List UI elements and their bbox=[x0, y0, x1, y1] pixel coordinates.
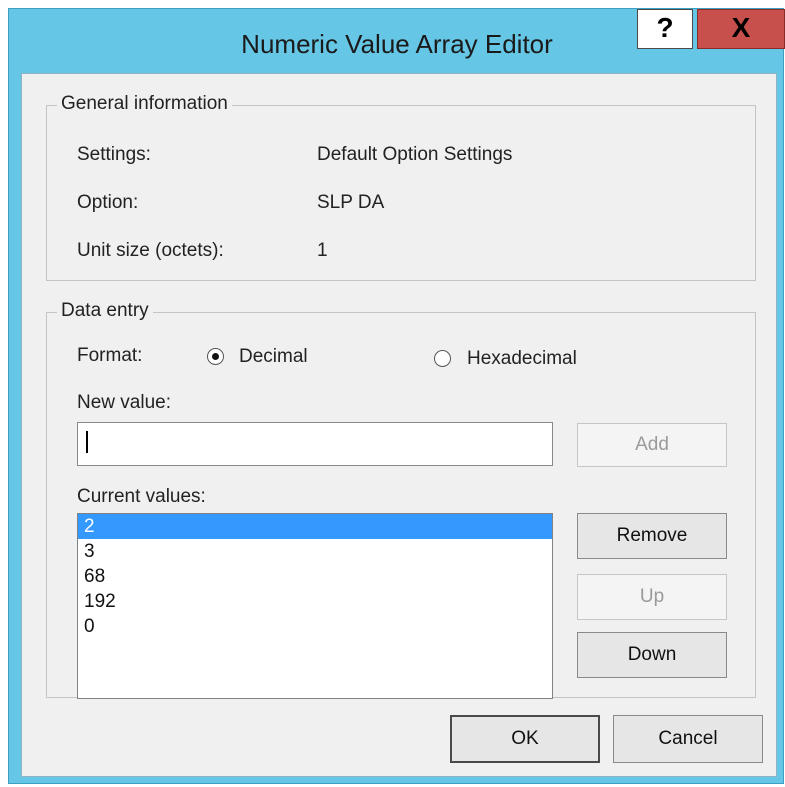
ok-button[interactable]: OK bbox=[450, 715, 600, 763]
list-item[interactable]: 0 bbox=[78, 614, 552, 639]
list-item[interactable]: 3 bbox=[78, 539, 552, 564]
format-label: Format: bbox=[77, 345, 143, 366]
up-button[interactable]: Up bbox=[577, 574, 727, 620]
new-value-label: New value: bbox=[77, 392, 171, 413]
background-strip bbox=[0, 0, 785, 8]
current-values-list[interactable]: 2 3 68 192 0 bbox=[77, 513, 553, 699]
settings-value: Default Option Settings bbox=[317, 144, 513, 165]
close-button[interactable]: X bbox=[697, 9, 785, 49]
hexadecimal-radio-label[interactable]: Hexadecimal bbox=[467, 348, 577, 370]
cancel-button[interactable]: Cancel bbox=[613, 715, 763, 763]
list-item[interactable]: 192 bbox=[78, 589, 552, 614]
remove-button[interactable]: Remove bbox=[577, 513, 727, 559]
dialog-window: Numeric Value Array Editor ? X General i… bbox=[8, 8, 785, 784]
list-item[interactable]: 68 bbox=[78, 564, 552, 589]
help-button[interactable]: ? bbox=[637, 9, 693, 49]
down-button[interactable]: Down bbox=[577, 632, 727, 678]
question-mark-icon: ? bbox=[656, 12, 674, 43]
radio-selected-dot-icon bbox=[212, 353, 219, 360]
unit-size-value: 1 bbox=[317, 240, 328, 261]
dialog-client-area: General information Settings: Default Op… bbox=[21, 73, 777, 777]
general-information-group: General information Settings: Default Op… bbox=[46, 93, 756, 281]
option-value: SLP DA bbox=[317, 192, 385, 213]
option-label: Option: bbox=[77, 192, 139, 213]
hexadecimal-radio[interactable] bbox=[434, 350, 451, 367]
data-entry-group: Data entry Format: Decimal Hexadecimal N… bbox=[46, 300, 756, 699]
general-information-legend: General information bbox=[57, 93, 232, 115]
decimal-radio[interactable] bbox=[207, 348, 224, 365]
new-value-input[interactable] bbox=[77, 422, 553, 466]
unit-size-label: Unit size (octets): bbox=[77, 240, 224, 261]
decimal-radio-label[interactable]: Decimal bbox=[239, 346, 308, 368]
text-caret bbox=[86, 431, 88, 453]
list-item-selected[interactable]: 2 bbox=[78, 514, 552, 539]
current-values-label: Current values: bbox=[77, 486, 206, 507]
add-button[interactable]: Add bbox=[577, 423, 727, 467]
settings-label: Settings: bbox=[77, 144, 151, 165]
close-icon: X bbox=[731, 12, 751, 43]
data-entry-legend: Data entry bbox=[57, 300, 153, 322]
